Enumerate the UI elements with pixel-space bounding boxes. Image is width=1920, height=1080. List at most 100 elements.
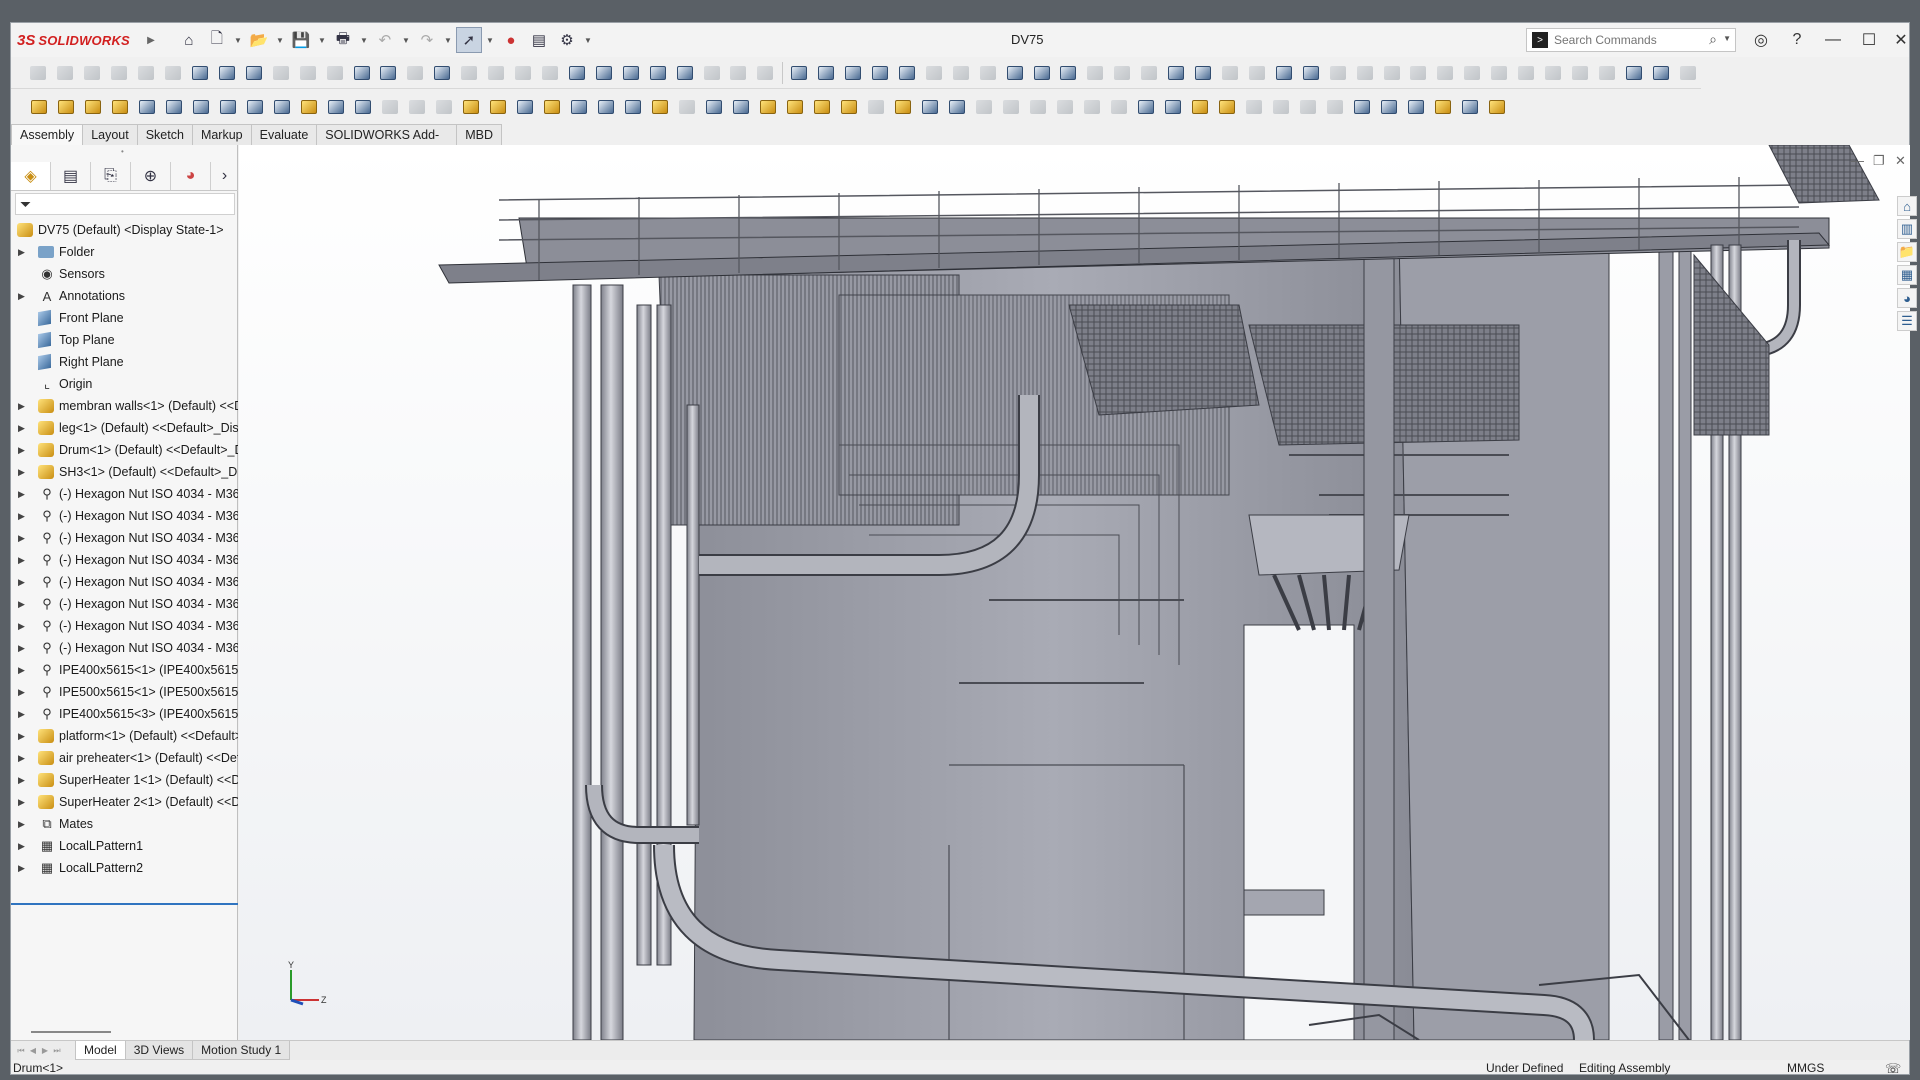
toolbar-tool-icon[interactable] (457, 94, 484, 120)
toolbar-tool-icon[interactable] (1432, 60, 1459, 86)
tab-model[interactable]: Model (75, 1041, 126, 1060)
expand-arrow-icon[interactable]: ▶ (18, 643, 28, 654)
last-tab-icon[interactable]: ⏭ (51, 1046, 63, 1056)
toolbar-tool-icon[interactable] (619, 94, 646, 120)
tab-markup[interactable]: Markup (191, 124, 252, 145)
tree-item[interactable]: ▶ ⚲ (-) Hexagon Nut ISO 4034 - M36 - (11, 505, 238, 527)
toolbar-tool-icon[interactable] (947, 60, 974, 86)
toolbar-tool-icon[interactable] (646, 94, 673, 120)
home-icon[interactable]: ⌂ (176, 27, 202, 53)
tree-item[interactable]: ▶ SuperHeater 2<1> (Default) <<De (11, 791, 238, 813)
search-commands-box[interactable]: > ⌕ ▼ (1526, 28, 1736, 52)
toolbar-tool-icon[interactable] (862, 94, 889, 120)
tree-item[interactable]: ▶ ⚲ (-) Hexagon Nut ISO 4034 - M36 - (11, 593, 238, 615)
toolbar-tool-icon[interactable] (25, 60, 52, 86)
tab-solidworks-add-ins[interactable]: SOLIDWORKS Add-Ins (316, 124, 458, 162)
toolbar-tool-icon[interactable] (700, 94, 727, 120)
toolbar-tool-icon[interactable] (483, 60, 510, 86)
traffic-light-icon[interactable]: ● (498, 27, 524, 53)
toolbar-tool-icon[interactable] (430, 94, 457, 120)
toolbar-tool-icon[interactable] (160, 60, 187, 86)
toolbar-tool-icon[interactable] (1486, 60, 1513, 86)
toolbar-tool-icon[interactable] (1321, 94, 1348, 120)
status-units[interactable]: MMGS (1787, 1061, 1824, 1075)
expand-arrow-icon[interactable]: ▶ (18, 753, 28, 764)
tree-item[interactable]: ▶ Folder (11, 241, 238, 263)
redo-icon[interactable]: ↷ (414, 27, 440, 53)
toolbar-tool-icon[interactable] (349, 94, 376, 120)
toolbar-tool-icon[interactable] (1270, 60, 1297, 86)
expand-arrow-icon[interactable]: ▶ (18, 797, 28, 808)
file-properties-icon[interactable]: ▤ (526, 27, 552, 53)
toolbar-tool-icon[interactable] (725, 60, 752, 86)
toolbar-tool-icon[interactable] (894, 60, 921, 86)
boiler-assembly-model[interactable] (239, 145, 1910, 1040)
solidworks-logo[interactable]: 3S SOLIDWORKS (17, 23, 130, 57)
toolbar-tool-icon[interactable] (187, 60, 214, 86)
prev-tab-icon[interactable]: ◀ (27, 1046, 39, 1056)
tree-item[interactable]: ▶ membran walls<1> (Default) <<D (11, 395, 238, 417)
next-tab-icon[interactable]: ▶ (39, 1046, 51, 1056)
toolbar-tool-icon[interactable] (510, 60, 537, 86)
tree-item[interactable]: ▶ A Annotations (11, 285, 238, 307)
toolbar-tool-icon[interactable] (1294, 94, 1321, 120)
toolbar-tool-icon[interactable] (1674, 60, 1701, 86)
toolbar-tool-icon[interactable] (644, 60, 671, 86)
tree-item[interactable]: ◉ Sensors (11, 263, 238, 285)
minimize-icon[interactable]: — (1817, 27, 1849, 53)
expand-arrow-icon[interactable]: ▶ (18, 467, 28, 478)
expand-arrow-icon[interactable]: ▶ (18, 863, 28, 874)
toolbar-tool-icon[interactable] (970, 94, 997, 120)
close-icon[interactable]: ✕ (1885, 27, 1917, 53)
expand-arrow-icon[interactable]: ▶ (18, 577, 28, 588)
expand-arrow-icon[interactable]: ▶ (18, 401, 28, 412)
file-explorer-icon[interactable]: 📁 (1897, 242, 1917, 262)
search-commands-input[interactable] (1554, 33, 1694, 47)
expand-arrow-icon[interactable]: ▶ (18, 731, 28, 742)
toolbar-tool-icon[interactable] (133, 60, 160, 86)
tree-item[interactable]: ▶ air preheater<1> (Default) <<Def (11, 747, 238, 769)
toolbar-tool-icon[interactable] (1132, 94, 1159, 120)
expand-arrow-icon[interactable]: ▶ (18, 775, 28, 786)
toolbar-tool-icon[interactable] (429, 60, 456, 86)
toolbar-tool-icon[interactable] (1217, 60, 1244, 86)
toolbar-tool-icon[interactable] (294, 60, 321, 86)
toolbar-tool-icon[interactable] (1540, 60, 1567, 86)
expand-arrow-icon[interactable]: ▶ (18, 445, 28, 456)
toolbar-tool-icon[interactable] (1078, 94, 1105, 120)
tree-item[interactable]: ▶ ⚲ IPE500x5615<1> (IPE500x5615) <D (11, 681, 238, 703)
toolbar-tool-icon[interactable] (213, 60, 240, 86)
toolbar-tool-icon[interactable] (1028, 60, 1055, 86)
toolbar-tool-icon[interactable] (1483, 94, 1510, 120)
tab-motion-study-1[interactable]: Motion Study 1 (192, 1041, 291, 1060)
toolbar-tool-icon[interactable] (1593, 60, 1620, 86)
toolbar-tool-icon[interactable] (563, 60, 590, 86)
new-dropdown-icon[interactable]: ▼ (232, 27, 244, 53)
toolbar-tool-icon[interactable] (241, 94, 268, 120)
open-folder-icon[interactable]: 📂 (246, 27, 272, 53)
expand-arrow-icon[interactable]: ▶ (18, 423, 28, 434)
toolbar-tool-icon[interactable] (1297, 60, 1324, 86)
toolbar-tool-icon[interactable] (160, 94, 187, 120)
toolbar-tool-icon[interactable] (835, 94, 862, 120)
toolbar-tool-icon[interactable] (781, 94, 808, 120)
toolbar-tool-icon[interactable] (537, 60, 564, 86)
user-account-icon[interactable]: ◎ (1745, 27, 1777, 53)
toolbar-tool-icon[interactable] (974, 60, 1001, 86)
first-tab-icon[interactable]: ⏮ (15, 1046, 27, 1056)
toolbar-tool-icon[interactable] (295, 94, 322, 120)
toolbar-tool-icon[interactable] (786, 60, 813, 86)
expand-arrow-icon[interactable]: ▶ (18, 291, 28, 302)
toolbar-tool-icon[interactable] (727, 94, 754, 120)
select-pointer-icon[interactable]: ➚ (455, 27, 482, 53)
toolbar-tool-icon[interactable] (322, 94, 349, 120)
toolbar-tool-icon[interactable] (214, 94, 241, 120)
select-dropdown-icon[interactable]: ▼ (484, 27, 496, 53)
undo-dropdown-icon[interactable]: ▼ (400, 27, 412, 53)
search-icon[interactable]: ⌕ (1709, 31, 1717, 48)
viewport-minimize-icon[interactable]: — (1851, 153, 1864, 168)
new-document-icon[interactable]: 🗋 (204, 27, 230, 53)
toolbar-tool-icon[interactable] (376, 94, 403, 120)
toolbar-tool-icon[interactable] (889, 94, 916, 120)
tree-root[interactable]: DV75 (Default) <Display State-1> (11, 219, 238, 241)
